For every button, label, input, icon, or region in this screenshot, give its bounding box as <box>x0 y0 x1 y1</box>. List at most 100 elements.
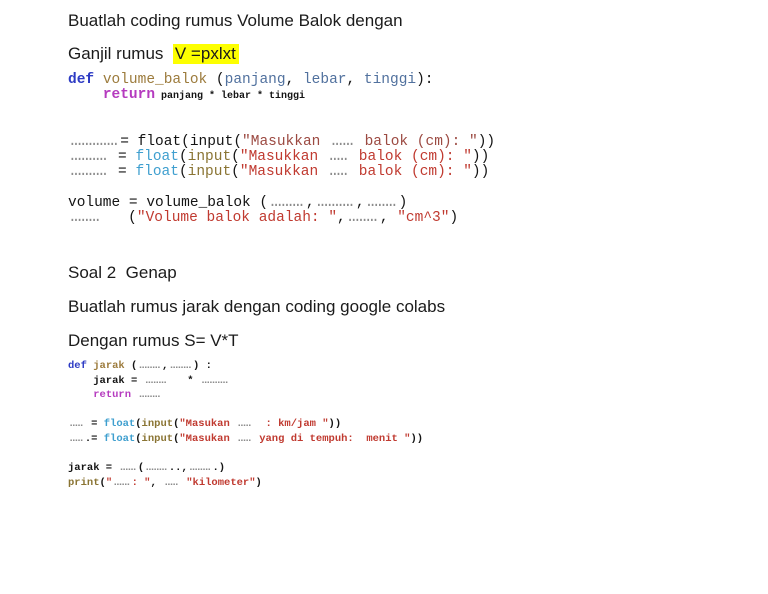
blank-dots: ........ <box>137 360 162 373</box>
code-line: .......... = float(input("Masukkan .....… <box>68 165 768 180</box>
code-token-p: volume = volume_balok ( <box>68 194 269 211</box>
code-token-p: ) <box>449 209 459 226</box>
code-token-rt: return <box>93 389 132 402</box>
blank-dots: ...... <box>112 476 131 489</box>
code-token-s: "Masukan <box>179 433 237 445</box>
code-token-p: )) <box>471 149 490 166</box>
code-token-s: balok (cm): " <box>350 149 472 166</box>
code-token-p: ( <box>207 72 225 88</box>
code-token-sm: panjang * lebar * tinggi <box>155 91 306 103</box>
blank-dots: ...... <box>329 133 356 150</box>
code-token-p: ( <box>124 360 138 373</box>
blank-dots: .......... <box>68 149 109 166</box>
code-token-s: "Masukkan <box>239 149 327 166</box>
blank-dots: ........ <box>345 209 380 226</box>
blank-dots: ..... <box>68 433 85 445</box>
code-token-s: yang di tempuh: menit " <box>252 433 411 445</box>
code-token-fn: volume_balok <box>102 72 208 88</box>
blank-dots: ..... <box>236 433 253 445</box>
code-token-p: )) <box>471 164 490 181</box>
code-line: ..... = float(input("Masukan ..... : km/… <box>68 417 768 432</box>
code-block-volume-balok: def volume_balok (panjang, lebar, tinggi… <box>68 72 768 226</box>
code-token-s: "Masukkan <box>239 164 327 181</box>
code-token-p: ( <box>178 149 188 166</box>
code-token-bi: float <box>103 433 136 445</box>
code-line: ..... .= float(input("Masukan ..... yang … <box>68 432 768 447</box>
title-line-2-prefix: Ganjil rumus <box>68 44 173 63</box>
code-token-pa: lebar <box>302 72 347 88</box>
code-token-bi: float <box>135 149 179 166</box>
code-line: ........ ("Volume balok adalah: ",......… <box>68 209 768 226</box>
code-token-bi: float <box>103 418 136 431</box>
code-token-k: def <box>68 360 87 373</box>
code-token-s: "kilometer" <box>186 476 256 489</box>
code-token-p: ( <box>231 164 240 181</box>
code-token-p: ( <box>102 209 137 226</box>
code-token-p: )) <box>410 433 424 445</box>
code-token-p: ) : <box>193 360 212 373</box>
blank-dots: ..... <box>326 149 350 166</box>
code-token-p: jarak = <box>68 462 119 475</box>
blank-dots: ..... <box>236 418 253 431</box>
code-token-p: ) <box>398 194 408 211</box>
code-token-p: .) <box>212 462 226 475</box>
code-token-p: = <box>109 149 136 166</box>
code-token-k: def <box>68 72 95 88</box>
code-line: return panjang * lebar * tinggi <box>68 88 768 104</box>
soal2-heading: Soal 2 Genap <box>68 263 177 283</box>
formula-highlight: V =pxlxt <box>172 44 239 64</box>
code-token-p: , <box>150 476 164 489</box>
code-line: def jarak (........,........) : <box>68 359 768 374</box>
code-token-p: , <box>355 194 365 211</box>
code-token-s: : km/jam " <box>252 418 329 431</box>
blank-dots: .......... <box>199 374 230 387</box>
code-token-fi: input <box>141 433 174 445</box>
code-token-p: = <box>84 418 104 431</box>
code-token-p: = float(input( <box>120 133 243 150</box>
code-token-fi: print <box>68 476 100 489</box>
code-line: jarak = ........ * .......... <box>68 374 768 389</box>
code-token-p: ): <box>416 72 434 88</box>
blank-dots: ........ <box>143 374 169 387</box>
blank-dots: ........ <box>144 462 169 475</box>
soal2-line-2: Buatlah rumus jarak dengan coding google… <box>68 297 446 317</box>
blank-dots: ............. <box>68 133 120 150</box>
soal2-line-3: Dengan rumus S= V*T <box>68 331 239 351</box>
title-line-1: Buatlah coding rumus Volume Balok dengan <box>68 11 403 30</box>
code-token-bi: float <box>135 164 179 181</box>
code-token-s: : " <box>131 476 151 489</box>
blank-dots: ..... <box>68 418 85 431</box>
blank-dots: ........ <box>68 209 102 226</box>
code-token-s: balok (cm): " <box>350 164 472 181</box>
code-token-p: , <box>346 72 364 88</box>
code-token-s: "cm^3" <box>397 209 450 226</box>
code-token-p: = <box>109 164 136 181</box>
code-line: ............. = float(input("Masukkan ...… <box>68 133 768 150</box>
code-token-p: .., <box>168 462 188 475</box>
code-token-sd: balok (cm): " <box>355 133 478 150</box>
blank-dots: ...... <box>118 462 137 475</box>
code-token-pa: panjang <box>224 72 286 88</box>
blank-dots: ........ <box>364 194 399 211</box>
title-line-2: Ganjil rumus V =pxlxt <box>68 43 768 65</box>
code-line: print("......: ", ..... "kilometer") <box>68 476 768 491</box>
code-token-s: "Volume balok adalah: " <box>136 209 338 226</box>
code-token-fi: input <box>141 418 174 431</box>
code-token-pa: tinggi <box>363 72 417 88</box>
code-token-fn: jarak <box>93 360 125 373</box>
code-token-p: )) <box>477 133 496 150</box>
document-page: Buatlah coding rumus Volume Balok dengan… <box>0 0 768 490</box>
code-token-p <box>68 389 93 401</box>
blank-dots: .......... <box>68 164 109 181</box>
blank-dots: ..... <box>326 164 350 181</box>
code-line: jarak = ...... (..........,.........) <box>68 461 768 476</box>
code-line: .......... = float(input("Masukkan .....… <box>68 149 768 166</box>
blank-dots: ......... <box>268 194 306 211</box>
code-token-p: )) <box>328 418 342 431</box>
blank-dots: ..... <box>163 476 180 489</box>
